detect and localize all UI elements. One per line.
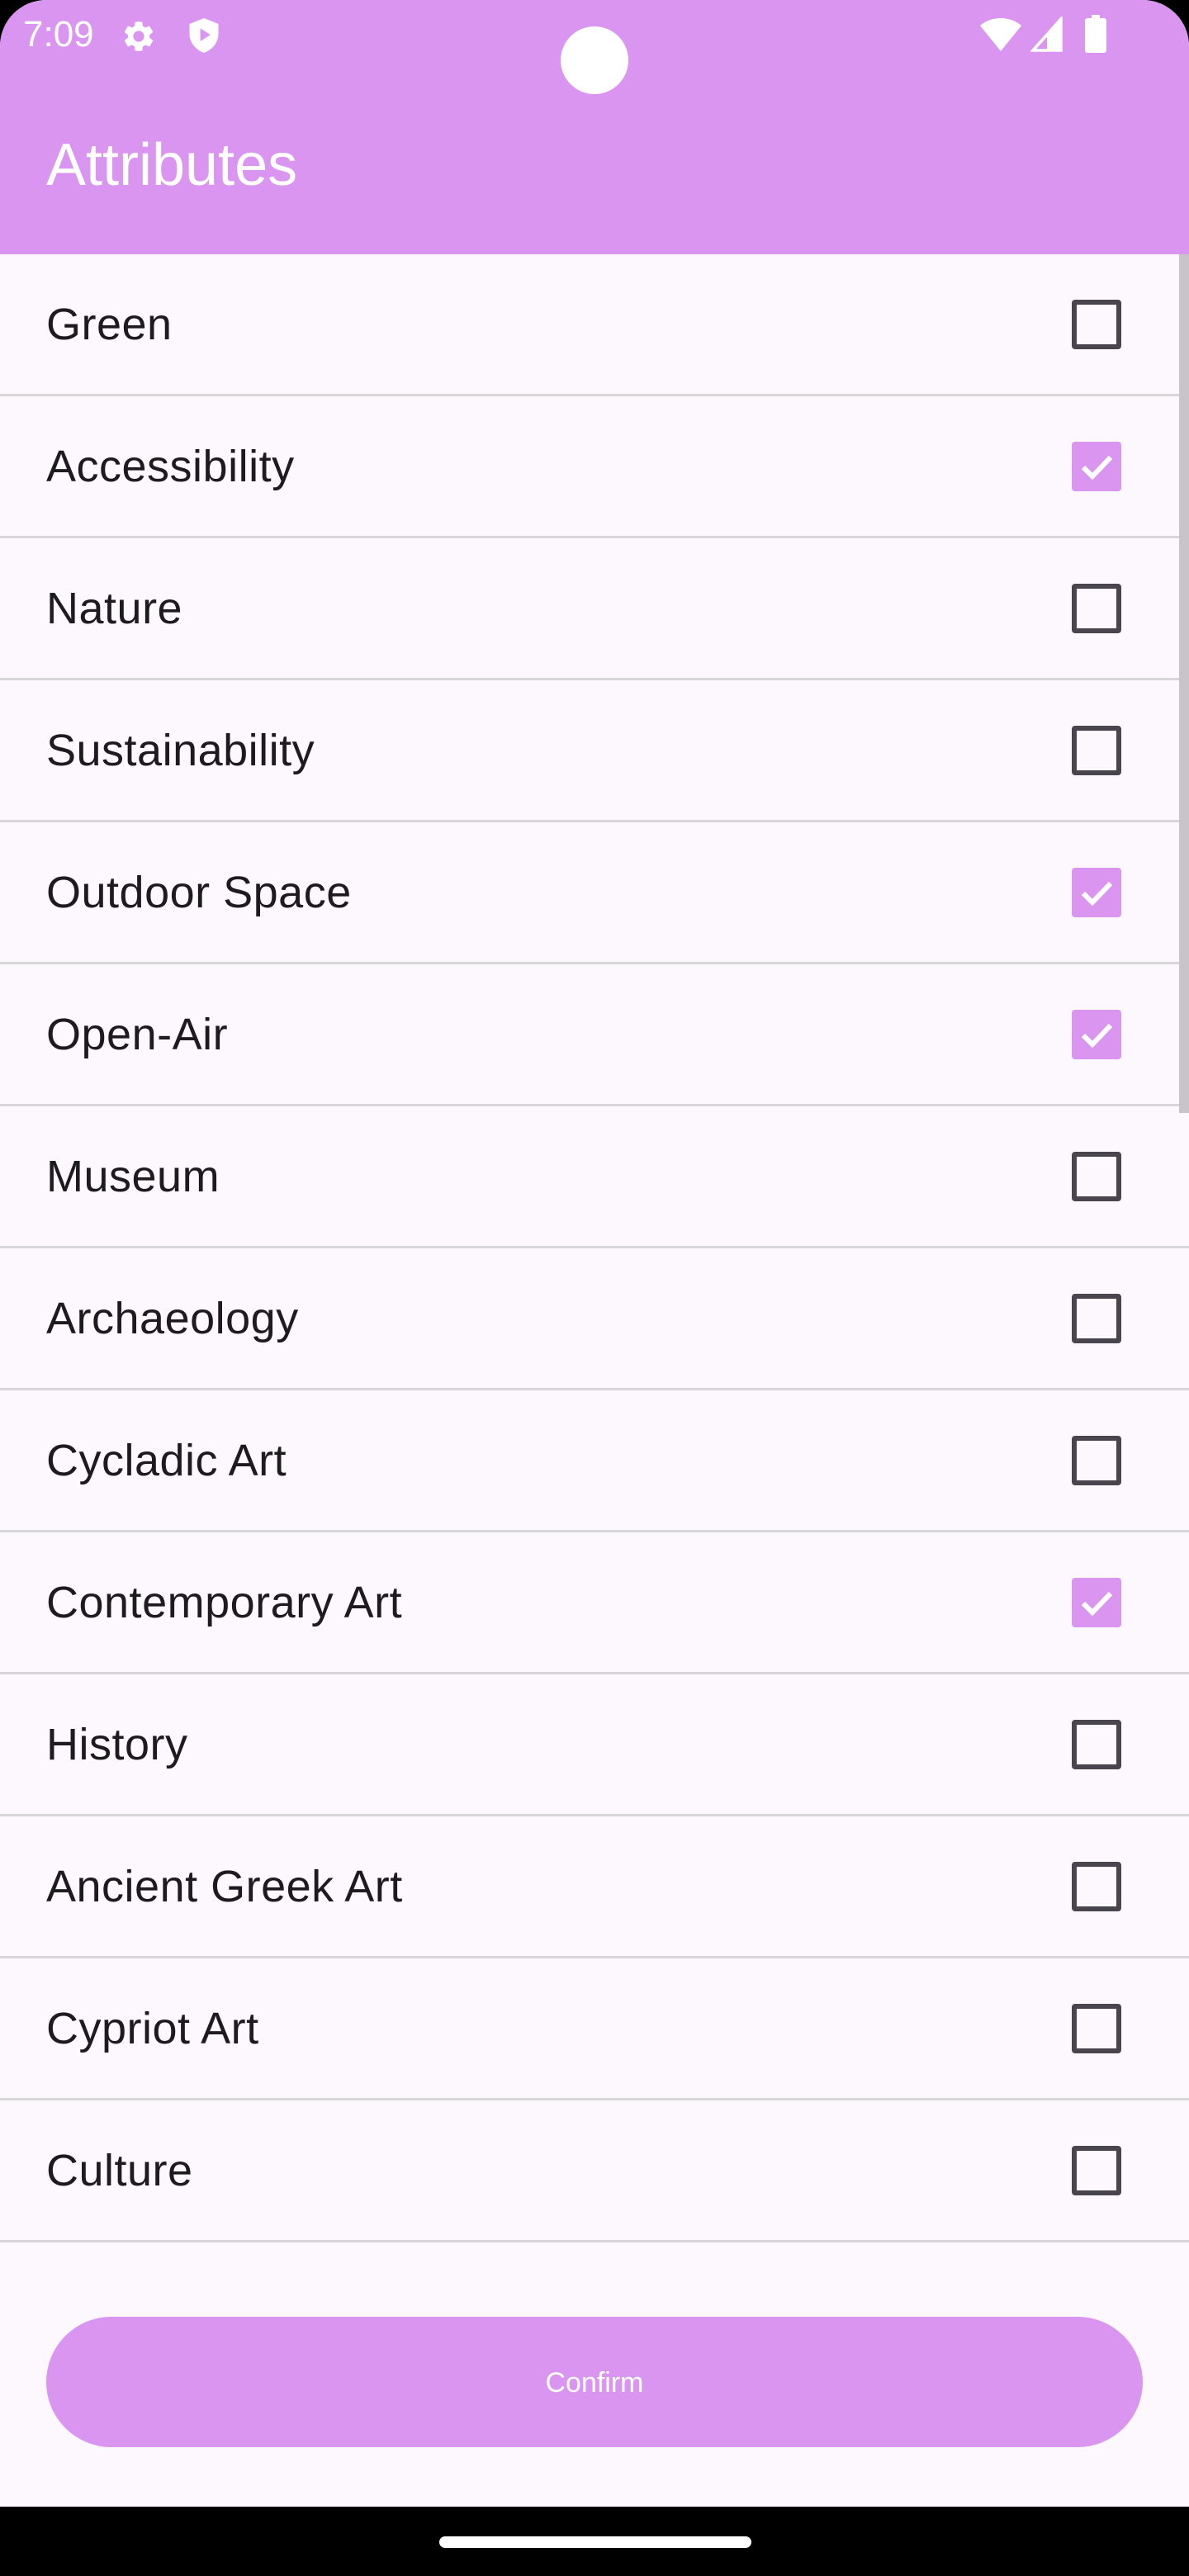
list-item[interactable]: Cycladic Art [0, 1390, 1189, 1532]
navigation-bar [0, 2507, 1189, 2576]
status-time: 7:09 [23, 14, 94, 54]
battery-icon [1085, 15, 1106, 57]
wifi-icon [979, 17, 1022, 57]
attribute-checkbox[interactable] [1072, 2145, 1121, 2195]
attribute-label: Open-Air [46, 1009, 229, 1059]
list-item[interactable]: Contemporary Art [0, 1532, 1189, 1674]
attribute-checkbox[interactable] [1072, 2003, 1121, 2053]
attribute-checkbox[interactable] [1072, 1435, 1121, 1485]
shield-play-icon [187, 17, 221, 59]
check-icon [1081, 1591, 1113, 1616]
attribute-label: Ancient Greek Art [46, 1861, 403, 1911]
list-item[interactable]: Ancient Greek Art [0, 1816, 1189, 1958]
attribute-label: Nature [46, 583, 183, 633]
check-icon [1081, 455, 1113, 480]
home-handle[interactable] [439, 2536, 751, 2548]
app-bar: 7:09 Attributes [0, 0, 1189, 254]
list-item[interactable]: Museum [0, 1106, 1189, 1248]
attribute-label: Cypriot Art [46, 2003, 259, 2053]
attribute-checkbox[interactable] [1072, 1577, 1121, 1627]
page-title: Attributes [46, 132, 298, 198]
attribute-checkbox[interactable] [1072, 1293, 1121, 1343]
attribute-checkbox[interactable] [1072, 1009, 1121, 1059]
attribute-label: Museum [46, 1151, 220, 1201]
check-icon [1081, 881, 1113, 906]
cellular-signal-icon [1029, 15, 1063, 57]
attribute-label: Contemporary Art [46, 1577, 403, 1627]
attribute-checkbox[interactable] [1072, 299, 1121, 349]
list-item[interactable]: Archaeology [0, 1248, 1189, 1390]
attribute-checkbox[interactable] [1072, 583, 1121, 633]
confirm-button[interactable]: Confirm [46, 2317, 1143, 2447]
attribute-list: Green Accessibility Nature Sustainability Ou… [0, 254, 1189, 2242]
attribute-label: History [46, 1719, 188, 1769]
scrollbar[interactable] [1179, 254, 1189, 1113]
attribute-checkbox[interactable] [1072, 441, 1121, 491]
list-item[interactable]: Accessibility [0, 396, 1189, 538]
list-item[interactable]: Culture [0, 2100, 1189, 2242]
attribute-label: Culture [46, 2145, 193, 2195]
camera-cutout [561, 26, 628, 94]
attribute-checkbox[interactable] [1072, 1861, 1121, 1911]
screen: 7:09 Attributes Green Accessibility Natu… [0, 0, 1189, 2507]
list-item[interactable]: Green [0, 254, 1189, 396]
check-icon [1081, 1023, 1113, 1048]
list-item[interactable]: Open-Air [0, 964, 1189, 1106]
attribute-checkbox[interactable] [1072, 725, 1121, 775]
gear-icon [121, 18, 157, 59]
attribute-label: Green [46, 299, 173, 349]
attribute-label: Sustainability [46, 725, 315, 775]
attribute-checkbox[interactable] [1072, 1719, 1121, 1769]
list-item[interactable]: Cypriot Art [0, 1958, 1189, 2100]
list-item[interactable]: Nature [0, 538, 1189, 680]
list-item[interactable]: History [0, 1674, 1189, 1816]
attribute-checkbox[interactable] [1072, 867, 1121, 917]
attribute-checkbox[interactable] [1072, 1151, 1121, 1201]
attribute-label: Archaeology [46, 1293, 299, 1343]
attribute-label: Outdoor Space [46, 867, 352, 917]
list-item[interactable]: Sustainability [0, 680, 1189, 822]
attribute-label: Accessibility [46, 441, 295, 491]
list-item[interactable]: Outdoor Space [0, 822, 1189, 964]
attribute-label: Cycladic Art [46, 1435, 287, 1485]
